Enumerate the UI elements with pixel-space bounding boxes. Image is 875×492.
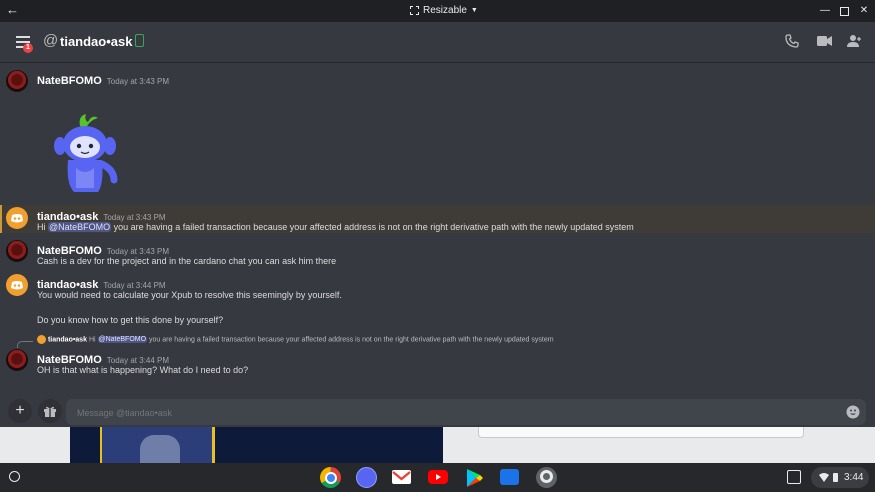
message-header: NateBFOMO Today at 3:43 PM: [37, 71, 169, 89]
message-text: You would need to calculate your Xpub to…: [37, 290, 342, 300]
reply-author: tiandao•ask: [47, 336, 87, 344]
timestamp: Today at 3:43 PM: [106, 77, 170, 86]
resize-mode-menu[interactable]: Resizable ▼: [410, 5, 478, 16]
reply-preview[interactable]: tiandao•ask Hi @NateBFOMO you are having…: [37, 335, 554, 345]
video-call-icon[interactable]: [817, 35, 832, 47]
notification-badge: 1: [23, 43, 33, 53]
chevron-down-icon: ▼: [470, 7, 478, 14]
dm-header: 1 @ tiandao•ask: [0, 22, 875, 63]
gmail-icon[interactable]: [392, 470, 411, 484]
attach-button[interactable]: +: [8, 399, 32, 423]
message-text: OH is that what is happening? What do I …: [37, 365, 249, 375]
at-sign-icon: @: [43, 32, 59, 49]
emoji-icon[interactable]: [846, 405, 860, 419]
message-text: Hi: [37, 222, 48, 232]
discord-logo-icon: [11, 214, 23, 223]
user-mention[interactable]: @NateBFOMO: [48, 222, 112, 232]
message-text: Cash is a dev for the project and in the…: [37, 256, 337, 266]
youtube-icon[interactable]: [428, 470, 448, 484]
play-store-icon[interactable]: [464, 468, 484, 488]
channel-title: tiandao•ask: [60, 34, 133, 49]
minimize-button[interactable]: —: [818, 4, 832, 18]
background-page-image: [70, 427, 443, 463]
gift-icon: [44, 406, 56, 417]
system-shelf: 3:44: [0, 463, 875, 492]
author-name[interactable]: NateBFOMO: [37, 75, 102, 87]
discord-icon[interactable]: [356, 467, 377, 488]
launcher-button[interactable]: [9, 471, 20, 482]
message-input[interactable]: [75, 404, 839, 422]
mobile-online-icon: [135, 34, 144, 47]
reply-text: Hi: [88, 336, 98, 344]
message-text: Do you know how to get this done by your…: [37, 315, 224, 325]
avatar[interactable]: [6, 274, 28, 296]
close-button[interactable]: ✕: [857, 4, 871, 18]
status-tray[interactable]: 3:44: [811, 467, 869, 488]
message-composer[interactable]: [66, 399, 866, 425]
overview-icon[interactable]: [787, 470, 801, 484]
clock: 3:44: [844, 472, 864, 483]
reply-spine: [17, 341, 33, 348]
discord-logo-icon: [11, 281, 23, 290]
avatar[interactable]: [6, 240, 28, 262]
wifi-icon: [819, 473, 829, 482]
gift-button[interactable]: [38, 399, 62, 423]
message-content: Hi @NateBFOMO you are having a failed tr…: [37, 221, 634, 233]
avatar[interactable]: [6, 70, 28, 92]
avatar[interactable]: [6, 207, 28, 229]
plus-icon: +: [15, 402, 25, 419]
window-titlebar: ← Resizable ▼ — ✕: [0, 0, 875, 22]
add-friend-icon[interactable]: [847, 34, 862, 48]
resize-icon: [410, 6, 419, 15]
reply-avatar: [37, 335, 46, 344]
battery-icon: [833, 473, 838, 482]
background-page-card: [478, 427, 804, 438]
message-text: you are having a failed transaction beca…: [111, 222, 634, 232]
chrome-icon[interactable]: [320, 467, 341, 488]
maximize-button[interactable]: [837, 4, 851, 18]
voice-call-icon[interactable]: [785, 34, 799, 48]
files-icon[interactable]: [500, 469, 519, 485]
discord-app: 1 @ tiandao•ask NateBFOMO Today at 3:43 P…: [0, 22, 875, 427]
reply-text: you are having a failed transaction beca…: [147, 336, 554, 344]
back-arrow-icon[interactable]: ←: [6, 3, 19, 17]
avatar[interactable]: [6, 349, 28, 371]
user-mention: @NateBFOMO: [97, 336, 148, 344]
settings-icon[interactable]: [536, 467, 557, 488]
resize-mode-label: Resizable: [423, 5, 467, 16]
wumpus-sticker[interactable]: [48, 112, 122, 196]
